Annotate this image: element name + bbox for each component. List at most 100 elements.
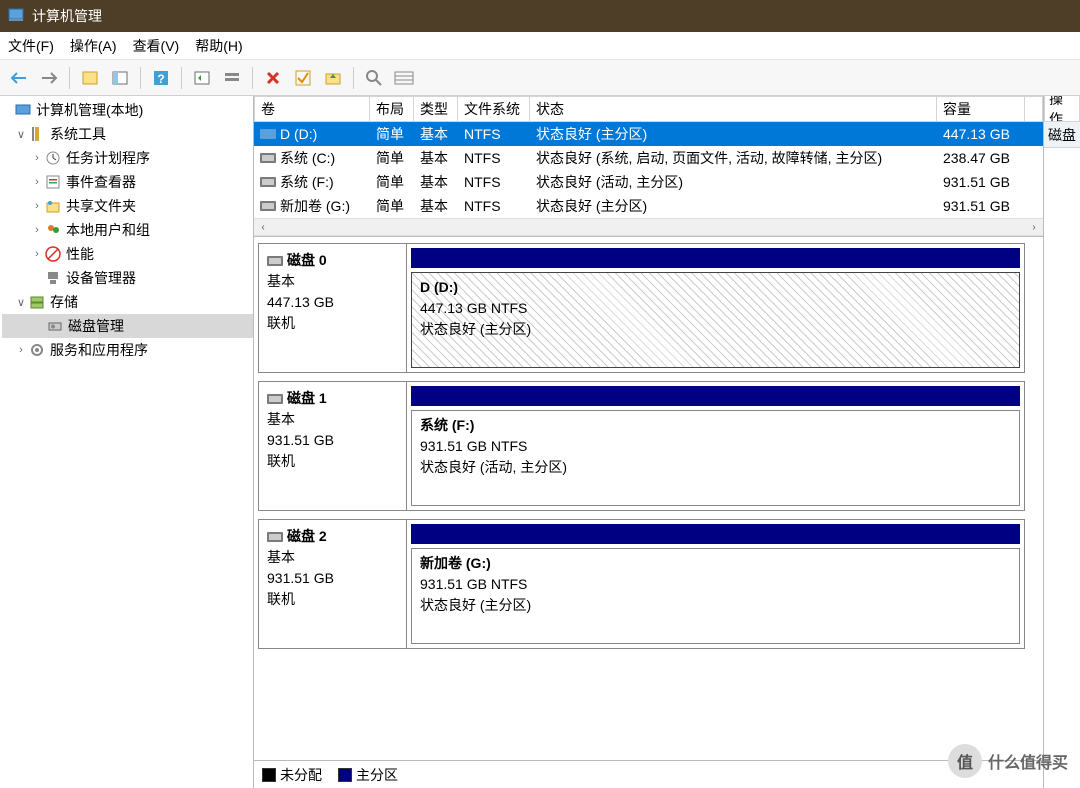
col-capacity[interactable]: 容量 [937, 96, 1025, 122]
device-icon [44, 269, 62, 287]
actions-item[interactable]: 磁盘 [1044, 122, 1080, 148]
volume-row[interactable]: D (D:)简单基本NTFS状态良好 (主分区)447.13 GB [254, 122, 1043, 146]
partition-box[interactable]: 新加卷 (G:)931.51 GB NTFS状态良好 (主分区) [411, 548, 1020, 644]
disk-layout-section[interactable]: 磁盘 0基本447.13 GB联机D (D:)447.13 GB NTFS状态良… [254, 237, 1043, 760]
tree-device-manager[interactable]: › 设备管理器 [2, 266, 253, 290]
tree-task-scheduler[interactable]: › 任务计划程序 [2, 146, 253, 170]
partition-box[interactable]: D (D:)447.13 GB NTFS状态良好 (主分区) [411, 272, 1020, 368]
disk-info: 磁盘 2基本931.51 GB联机 [259, 520, 407, 648]
drive-icon [260, 177, 276, 187]
collapse-icon[interactable]: ∨ [14, 296, 28, 309]
toolbar-separator [181, 67, 182, 89]
watermark-text: 什么值得买 [988, 749, 1068, 773]
col-blank [1025, 96, 1043, 122]
tree-services-apps[interactable]: › 服务和应用程序 [2, 338, 253, 362]
disk-icon [267, 394, 283, 404]
legend: 未分配 主分区 [254, 760, 1043, 788]
actions-header: 操作 [1044, 96, 1080, 122]
col-volume[interactable]: 卷 [254, 96, 370, 122]
col-layout[interactable]: 布局 [370, 96, 414, 122]
clock-icon [44, 149, 62, 167]
window-title: 计算机管理 [32, 6, 102, 26]
main-content: 计算机管理(本地) ∨ 系统工具 › 任务计划程序 › 事件查看器 › 共享文件… [0, 96, 1080, 788]
disk-row[interactable]: 磁盘 2基本931.51 GB联机新加卷 (G:)931.51 GB NTFS状… [258, 519, 1025, 649]
menu-help[interactable]: 帮助(H) [195, 36, 242, 56]
toolbar-folder-up[interactable] [320, 65, 346, 91]
toolbar-delete[interactable] [260, 65, 286, 91]
drive-icon [260, 129, 276, 139]
watermark-icon: 值 [948, 744, 982, 778]
volume-header[interactable]: 卷 布局 类型 文件系统 状态 容量 [254, 96, 1043, 122]
storage-icon [28, 293, 46, 311]
menu-action[interactable]: 操作(A) [70, 36, 117, 56]
disk-icon [267, 256, 283, 266]
disk-row[interactable]: 磁盘 0基本447.13 GB联机D (D:)447.13 GB NTFS状态良… [258, 243, 1025, 373]
expand-icon[interactable]: › [30, 248, 44, 260]
volume-row[interactable]: 系统 (F:)简单基本NTFS状态良好 (活动, 主分区)931.51 GB [254, 170, 1043, 194]
users-icon [44, 221, 62, 239]
volume-row[interactable]: 系统 (C:)简单基本NTFS状态良好 (系统, 启动, 页面文件, 活动, 故… [254, 146, 1043, 170]
col-type[interactable]: 类型 [414, 96, 458, 122]
toolbar-list[interactable] [391, 65, 417, 91]
toolbar: ? [0, 60, 1080, 96]
scroll-left-icon[interactable]: ‹ [256, 222, 270, 233]
unallocated-swatch [262, 768, 276, 782]
toolbar-separator [252, 67, 253, 89]
expand-icon[interactable]: › [14, 344, 28, 356]
computer-icon [14, 101, 32, 119]
partition-header-bar [411, 524, 1020, 544]
toolbar-forward[interactable] [36, 65, 62, 91]
legend-unallocated: 未分配 [262, 765, 322, 785]
tree-disk-management[interactable]: 磁盘管理 [2, 314, 253, 338]
expand-icon[interactable]: › [30, 200, 44, 212]
tree-performance[interactable]: › 性能 [2, 242, 253, 266]
toolbar-search[interactable] [361, 65, 387, 91]
toolbar-check[interactable] [290, 65, 316, 91]
tree-system-tools[interactable]: ∨ 系统工具 [2, 122, 253, 146]
tree-root[interactable]: 计算机管理(本地) [2, 98, 253, 122]
menu-view[interactable]: 查看(V) [133, 36, 180, 56]
disk-icon [46, 317, 64, 335]
disk-info: 磁盘 0基本447.13 GB联机 [259, 244, 407, 372]
tree-event-viewer[interactable]: › 事件查看器 [2, 170, 253, 194]
toolbar-separator [353, 67, 354, 89]
event-icon [44, 173, 62, 191]
actions-panel: 操作 磁盘 [1044, 96, 1080, 788]
toolbar-help[interactable]: ? [148, 65, 174, 91]
performance-icon [44, 245, 62, 263]
tree-panel[interactable]: 计算机管理(本地) ∨ 系统工具 › 任务计划程序 › 事件查看器 › 共享文件… [0, 96, 254, 788]
watermark: 值 什么值得买 [948, 744, 1068, 778]
legend-primary: 主分区 [338, 765, 398, 785]
volume-row[interactable]: 新加卷 (G:)简单基本NTFS状态良好 (主分区)931.51 GB [254, 194, 1043, 218]
shared-folder-icon [44, 197, 62, 215]
tools-icon [28, 125, 46, 143]
col-status[interactable]: 状态 [530, 96, 937, 122]
services-icon [28, 341, 46, 359]
toolbar-panel[interactable] [107, 65, 133, 91]
app-icon [8, 7, 24, 26]
content-panel: 卷 布局 类型 文件系统 状态 容量 D (D:)简单基本NTFS状态良好 (主… [254, 96, 1044, 788]
tree-local-users[interactable]: › 本地用户和组 [2, 218, 253, 242]
partition-header-bar [411, 386, 1020, 406]
horizontal-scrollbar[interactable]: ‹› [254, 218, 1043, 236]
expand-icon[interactable]: › [30, 176, 44, 188]
volume-table[interactable]: 卷 布局 类型 文件系统 状态 容量 D (D:)简单基本NTFS状态良好 (主… [254, 96, 1043, 237]
tree-shared-folders[interactable]: › 共享文件夹 [2, 194, 253, 218]
collapse-icon[interactable]: ∨ [14, 128, 28, 141]
col-filesystem[interactable]: 文件系统 [458, 96, 530, 122]
expand-icon[interactable]: › [30, 152, 44, 164]
toolbar-settings[interactable] [219, 65, 245, 91]
tree-storage[interactable]: ∨ 存储 [2, 290, 253, 314]
toolbar-show-hide[interactable] [77, 65, 103, 91]
svg-text:?: ? [157, 72, 164, 86]
partition-box[interactable]: 系统 (F:)931.51 GB NTFS状态良好 (活动, 主分区) [411, 410, 1020, 506]
toolbar-refresh[interactable] [189, 65, 215, 91]
drive-icon [260, 153, 276, 163]
partition-header-bar [411, 248, 1020, 268]
toolbar-back[interactable] [6, 65, 32, 91]
disk-row[interactable]: 磁盘 1基本931.51 GB联机系统 (F:)931.51 GB NTFS状态… [258, 381, 1025, 511]
menu-file[interactable]: 文件(F) [8, 36, 54, 56]
toolbar-separator [69, 67, 70, 89]
expand-icon[interactable]: › [30, 224, 44, 236]
scroll-right-icon[interactable]: › [1027, 222, 1041, 233]
